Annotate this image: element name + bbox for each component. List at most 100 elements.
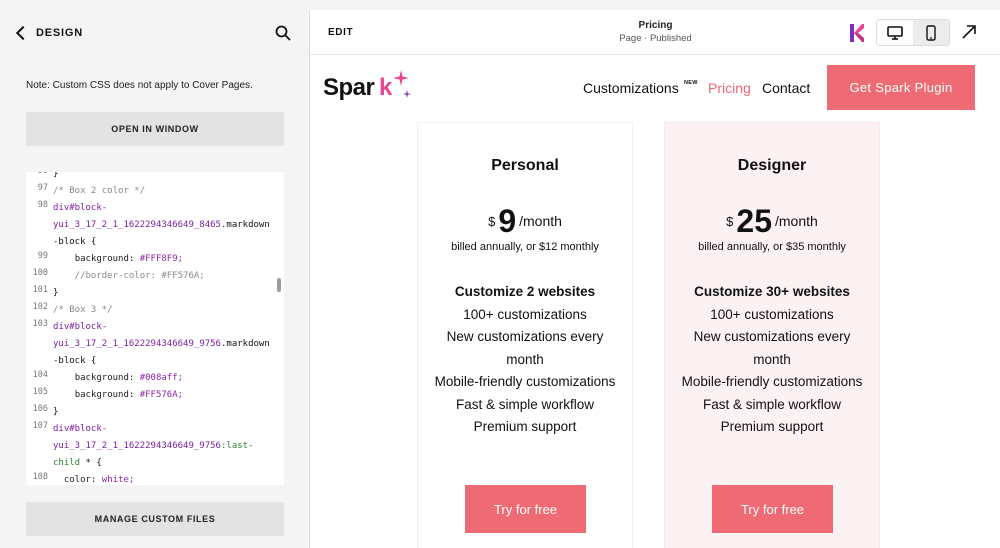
arrow-up-right-icon[interactable] — [961, 24, 977, 40]
code-text: yui_3_17_2_1_1622294346649_9756.markdown — [53, 339, 270, 349]
price-amount: 25 — [736, 203, 772, 239]
code-text: -block { — [53, 356, 97, 366]
plan-name: Personal — [491, 157, 559, 174]
back-to-design-button[interactable]: DESIGN — [14, 24, 83, 42]
code-text: yui_3_17_2_1_1622294346649_8465.markdown — [53, 220, 270, 230]
line-number: 97 — [37, 183, 48, 193]
cover-page-note: Note: Custom CSS does not apply to Cover… — [26, 80, 253, 91]
code-line[interactable]: 106} — [26, 404, 284, 421]
new-badge: NEW — [684, 80, 698, 86]
code-text: yui_3_17_2_1_1622294346649_9756:last- — [53, 441, 254, 451]
desktop-view-button[interactable] — [877, 20, 913, 45]
code-text: } — [53, 172, 59, 179]
try-for-free-button[interactable]: Try for free — [712, 485, 833, 533]
code-line[interactable]: 99 background: #FFF8F9; — [26, 251, 284, 268]
preview-frame: EDIT Pricing Page · Published Spar k Cus… — [309, 10, 1000, 548]
get-spark-plugin-button[interactable]: Get Spark Plugin — [827, 65, 975, 110]
nav-pricing[interactable]: Pricing — [708, 80, 751, 96]
feature-item: 100+ customizations — [463, 306, 587, 322]
code-text: background: #FF576A; — [74, 390, 184, 400]
price-currency: $ — [726, 214, 734, 229]
search-icon[interactable] — [274, 24, 292, 42]
feature-list: Customize 2 websites 100+ customizations… — [432, 281, 618, 439]
code-lines: 96}97/* Box 2 color */98div#block-yui_3_… — [26, 172, 284, 485]
code-line[interactable]: child * { — [26, 455, 284, 472]
line-number: 98 — [37, 200, 48, 210]
code-text: /* Box 2 color */ — [53, 186, 146, 196]
feature-item: Premium support — [720, 419, 824, 434]
feature-item: Fast & simple workflow — [455, 396, 595, 412]
code-line[interactable]: 100 //border-color: #FF576A; — [26, 268, 284, 285]
line-number: 108 — [32, 472, 48, 482]
try-for-free-button[interactable]: Try for free — [465, 485, 586, 533]
code-text: /* Box 3 */ — [53, 305, 113, 315]
code-line[interactable]: 104 background: #008aff; — [26, 370, 284, 387]
line-number: 107 — [32, 421, 48, 431]
price-period: /month — [519, 213, 562, 229]
code-line[interactable]: yui_3_17_2_1_1622294346649_9756.markdown — [26, 336, 284, 353]
feature-highlight: Customize 30+ websites — [694, 284, 850, 299]
code-line[interactable]: 96} — [26, 172, 284, 183]
line-number: 105 — [32, 387, 48, 397]
feature-item: New customizations every month — [693, 329, 851, 367]
chevron-left-icon — [15, 25, 31, 41]
feature-item: Mobile-friendly customizations — [434, 374, 616, 389]
code-text: child * { — [53, 458, 102, 468]
billing-note: billed annually, or $12 monthly — [451, 241, 599, 253]
code-text: -block { — [53, 237, 97, 247]
nav-customizations[interactable]: Customizations — [583, 80, 679, 96]
code-text: div#block- — [53, 203, 108, 213]
mobile-view-button[interactable] — [913, 20, 949, 45]
pricing-card-personal: Personal $9/month billed annually, or $1… — [417, 122, 633, 548]
line-number: 106 — [32, 404, 48, 414]
brand-k: k — [379, 74, 393, 101]
sparkle-small-icon — [403, 90, 411, 98]
line-number: 100 — [32, 268, 48, 278]
code-line[interactable]: 97 /* Box 2 color */ — [26, 183, 284, 200]
css-code-editor[interactable]: 96}97/* Box 2 color */98div#block-yui_3_… — [26, 172, 284, 485]
brand-word: Spar — [323, 74, 375, 101]
nav-contact[interactable]: Contact — [762, 80, 810, 96]
manage-custom-files-button[interactable]: MANAGE CUSTOM FILES — [26, 502, 284, 536]
code-line[interactable]: 102 /* Box 3 */ — [26, 302, 284, 319]
editor-scrollbar[interactable] — [277, 278, 281, 292]
preview-toolbar: EDIT Pricing Page · Published — [310, 10, 1000, 55]
sparkle-icon — [393, 70, 409, 86]
desktop-icon — [887, 25, 903, 40]
mobile-icon — [926, 24, 936, 41]
back-label: DESIGN — [36, 27, 83, 39]
open-in-window-button[interactable]: OPEN IN WINDOW — [26, 112, 284, 146]
line-number: 103 — [32, 319, 48, 329]
code-line[interactable]: yui_3_17_2_1_1622294346649_9756:last- — [26, 438, 284, 455]
plan-price: $25/month — [665, 203, 879, 240]
code-line[interactable]: yui_3_17_2_1_1622294346649_8465.markdown — [26, 217, 284, 234]
line-number: 102 — [32, 302, 48, 312]
feature-item: 100+ customizations — [710, 306, 834, 322]
feature-item: Mobile-friendly customizations — [681, 374, 863, 389]
code-line[interactable]: -block { — [26, 234, 284, 251]
code-line[interactable]: 105 background: #FF576A; — [26, 387, 284, 404]
code-line[interactable]: 101} — [26, 285, 284, 302]
code-line[interactable]: -block { — [26, 353, 284, 370]
feature-item: Premium support — [473, 419, 577, 434]
code-text: //border-color: #FF576A; — [53, 271, 205, 281]
code-line[interactable]: 107 div#block- — [26, 421, 284, 438]
design-sidebar: DESIGN Note: Custom CSS does not apply t… — [0, 0, 309, 548]
line-number: 99 — [37, 251, 48, 261]
code-line[interactable]: 103 div#block- — [26, 319, 284, 336]
code-text: div#block- — [53, 424, 108, 434]
code-text: background: #FFF8F9; — [74, 254, 184, 264]
pricing-card-designer: Designer $25/month billed annually, or $… — [664, 122, 880, 548]
feature-highlight: Customize 2 websites — [454, 284, 596, 299]
k-logo-icon[interactable] — [850, 24, 864, 42]
device-toggle — [876, 19, 950, 46]
spark-brand-logo[interactable]: Spar k — [323, 70, 413, 104]
price-period: /month — [775, 213, 818, 229]
code-text: div#block- — [53, 322, 108, 332]
code-line[interactable]: 108 color: white; — [26, 472, 284, 485]
billing-note: billed annually, or $35 monthly — [698, 241, 846, 253]
code-line[interactable]: 98 div#block- — [26, 200, 284, 217]
code-text: } — [53, 288, 59, 298]
site-preview: Spar k Customizations NEW Pricing Contac… — [310, 56, 1000, 548]
line-number: 96 — [26, 172, 48, 180]
